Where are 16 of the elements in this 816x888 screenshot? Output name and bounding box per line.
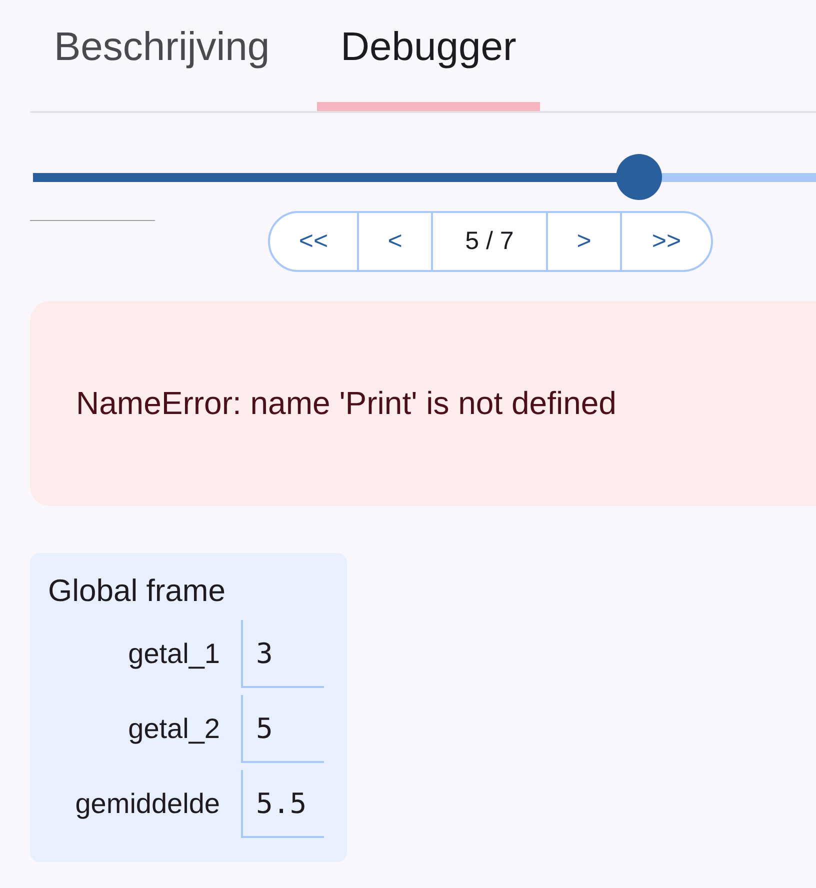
variable-value: 3 bbox=[241, 620, 324, 688]
tab[interactable]: Debugger bbox=[316, 0, 540, 111]
error-message: NameError: name 'Print' is not defined bbox=[76, 385, 616, 422]
first-step-button[interactable]: << bbox=[270, 213, 359, 270]
step-counter: 5 / 7 bbox=[433, 213, 548, 270]
variable-name: gemiddelde bbox=[75, 788, 220, 820]
variable-value: 5.5 bbox=[241, 770, 324, 838]
slider-thumb[interactable] bbox=[616, 154, 662, 200]
variable-value: 5 bbox=[241, 695, 324, 763]
frame-title: Global frame bbox=[48, 573, 226, 609]
variable-name: getal_1 bbox=[128, 638, 220, 670]
last-step-button[interactable]: >> bbox=[622, 213, 711, 270]
tab[interactable]: Beschrijving bbox=[30, 0, 294, 111]
previous-step-button[interactable]: < bbox=[359, 213, 433, 270]
variable-name: getal_2 bbox=[128, 713, 220, 745]
next-step-button[interactable]: > bbox=[548, 213, 622, 270]
